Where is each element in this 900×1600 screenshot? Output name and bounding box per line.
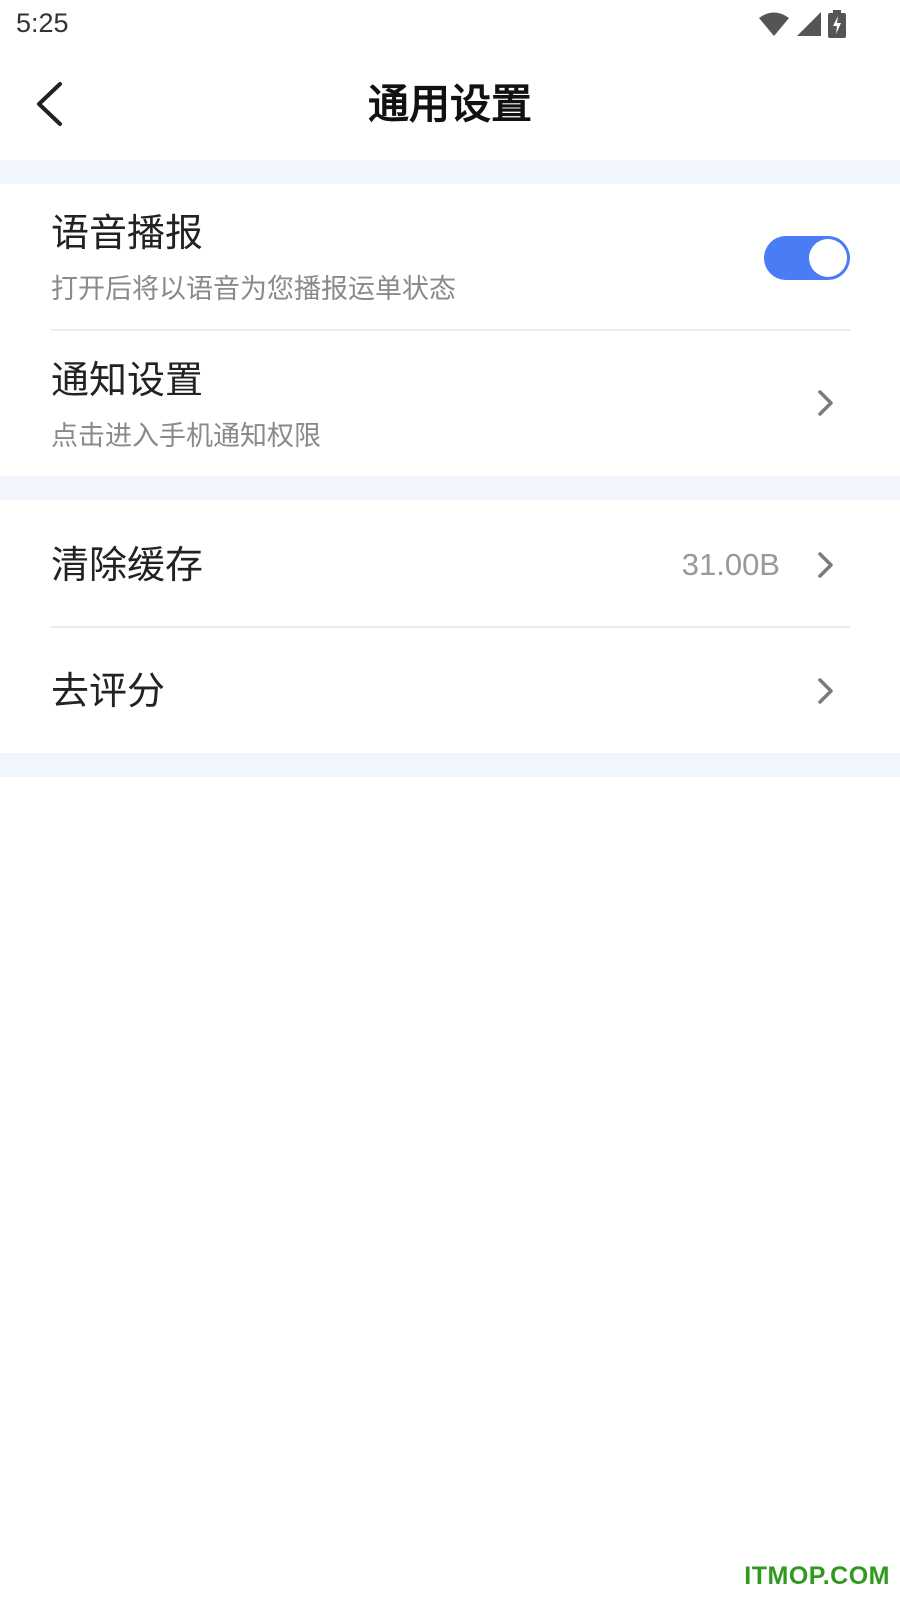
notification-settings-title: 通知设置: [51, 358, 204, 402]
watermark-logo: ITMOP.COM: [744, 1562, 890, 1590]
status-time: 5:25: [16, 8, 69, 38]
battery-charging-icon: [828, 10, 846, 38]
section-gap: [0, 753, 900, 777]
status-icons: [758, 10, 846, 38]
rate-title: 去评分: [51, 669, 166, 713]
chevron-right-icon: [818, 678, 833, 704]
chevron-right-icon: [818, 552, 833, 578]
cache-size-value: 31.00B: [681, 547, 780, 582]
status-bar: 5:25: [0, 0, 900, 50]
wifi-icon: [758, 11, 790, 37]
signal-icon: [796, 11, 822, 37]
section-gap: [0, 160, 900, 184]
page-title: 通用设置: [368, 80, 532, 128]
settings-row-notification[interactable]: 通知设置 点击进入手机通知权限: [0, 331, 900, 476]
toggle-knob: [809, 239, 847, 277]
clear-cache-title: 清除缓存: [51, 543, 204, 587]
nav-bar: 通用设置: [0, 50, 900, 160]
voice-broadcast-title: 语音播报: [51, 211, 204, 255]
general-settings-screen: 5:25 通用设置 语音播报 打开后将以语音为您播报运单状态 通知设置 点击进入…: [0, 0, 900, 1600]
settings-row-clear-cache[interactable]: 清除缓存 31.00B: [0, 500, 900, 628]
voice-broadcast-subtitle: 打开后将以语音为您播报运单状态: [51, 274, 456, 305]
chevron-right-icon: [818, 390, 833, 416]
notification-settings-subtitle: 点击进入手机通知权限: [51, 421, 321, 452]
settings-row-voice-broadcast: 语音播报 打开后将以语音为您播报运单状态: [0, 184, 900, 331]
voice-broadcast-toggle[interactable]: [764, 236, 850, 280]
settings-row-rate[interactable]: 去评分: [0, 628, 900, 753]
section-gap: [0, 476, 900, 500]
